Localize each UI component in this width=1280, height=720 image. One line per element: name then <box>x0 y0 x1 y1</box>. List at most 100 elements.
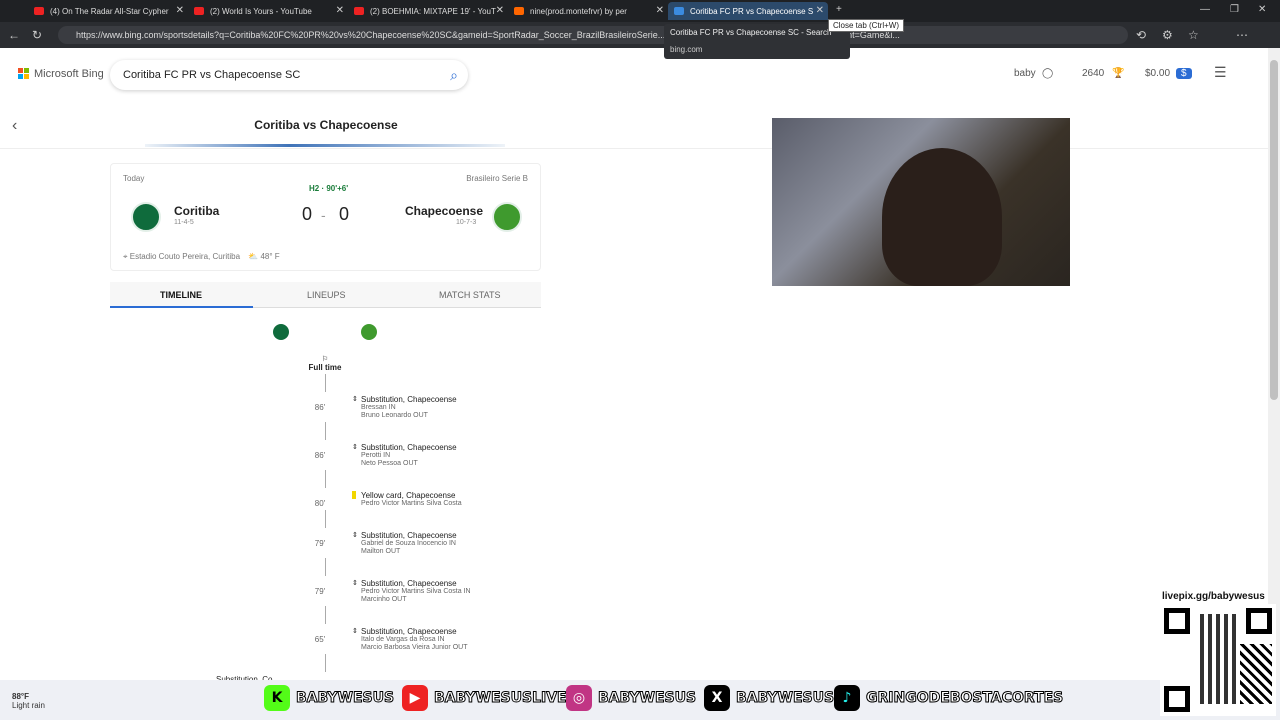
instagram-icon: ◎ <box>566 685 592 711</box>
minimize-icon[interactable]: — <box>1200 4 1210 15</box>
score-separator: - <box>321 207 326 223</box>
tiktok-icon: ♪ <box>834 685 860 711</box>
browser-tab[interactable]: (2) World Is Yours - YouTube ✕ <box>188 2 348 20</box>
qr-label: livepix.gg/babywesus <box>1162 591 1265 602</box>
timeline-connector <box>325 558 326 576</box>
bing-header: Microsoft Bing Coritiba FC PR vs Chapeco… <box>0 48 1268 102</box>
x-icon: X <box>704 685 730 711</box>
chapecoense-crest-icon <box>361 324 377 340</box>
match-day: Today <box>123 174 145 183</box>
timeline-connector <box>325 654 326 672</box>
substitution-icon: ⇕ <box>352 532 358 539</box>
bing-icon <box>674 7 684 15</box>
timeline-connector <box>325 470 326 488</box>
tiktok-handle: ♪ GRINGODEBOSTACORTES <box>834 685 1064 711</box>
youtube-icon <box>354 7 364 15</box>
browser-tab[interactable]: (4) On The Radar All-Star Cypher ✕ <box>28 2 188 20</box>
home-team-record: 11-4-5 <box>174 219 194 226</box>
search-input[interactable]: Coritiba FC PR vs Chapecoense SC ⌕ <box>110 60 468 90</box>
kick-icon: K <box>264 685 290 711</box>
balance[interactable]: $0.00 <box>1145 68 1170 79</box>
search-icon[interactable]: ⌕ <box>450 60 458 90</box>
microsoft-bing-logo[interactable]: Microsoft Bing <box>18 68 104 80</box>
taskbar-weather[interactable]: 88°F Light rain <box>12 692 45 710</box>
timeline-connector <box>325 510 326 528</box>
tab-lineups[interactable]: LINEUPS <box>307 290 346 300</box>
back-chevron-icon[interactable]: ‹ <box>12 117 17 135</box>
match-tabs: TIMELINE LINEUPS MATCH STATS <box>110 282 541 308</box>
tab-timeline[interactable]: TIMELINE <box>160 290 202 300</box>
close-tab-tooltip: Close tab (Ctrl+W) <box>828 19 905 32</box>
more-icon[interactable]: ⋯ <box>1236 28 1248 42</box>
address-bar-row: ← ↻ https://www.bing.com/sportsdetails?q… <box>0 22 1280 48</box>
hamburger-menu-icon[interactable]: ☰ <box>1214 64 1227 81</box>
tab-match-stats[interactable]: MATCH STATS <box>439 290 501 300</box>
away-score: 0 <box>339 204 350 224</box>
active-tab-indicator <box>110 306 253 308</box>
scorecard[interactable]: Today Brasileiro Serie B H2 · 90'+6' Cor… <box>110 163 541 271</box>
substitution-icon: ⇕ <box>352 628 358 635</box>
home-team-name[interactable]: Coritiba <box>174 204 219 218</box>
away-team-name[interactable]: Chapecoense <box>405 204 483 218</box>
full-time-label: ⚐ Full time <box>300 355 350 372</box>
settings-icon[interactable]: ⚙ <box>1162 28 1173 42</box>
divider <box>0 148 1268 149</box>
youtube-icon: ▶ <box>402 685 428 711</box>
browser-tab[interactable]: nine(prod.montefrvr) by per ✕ <box>508 2 668 20</box>
timeline-connector <box>325 374 326 392</box>
title-underline <box>145 144 505 147</box>
browser-tab[interactable]: (2) BOEHMIA: MIXTAPE 19' - YouT ✕ <box>348 2 508 20</box>
qr-code-icon <box>1160 604 1276 716</box>
soundcloud-icon <box>514 7 524 15</box>
browser-tab-active[interactable]: Coritiba FC PR vs Chapecoense S ✕ <box>668 2 828 20</box>
substitution-icon: ⇕ <box>352 396 358 403</box>
close-icon[interactable]: ✕ <box>656 5 664 16</box>
kick-handle: K BABYWESUS <box>264 685 395 711</box>
close-icon[interactable]: ✕ <box>816 5 824 16</box>
yellow-card-icon <box>352 491 356 499</box>
weather-tag-icon: ⛅ <box>248 252 259 261</box>
match-period: H2 · 90'+6' <box>309 184 349 193</box>
timeline-connector <box>325 422 326 440</box>
home-score: 0 <box>302 204 313 224</box>
location-pin-icon: ⌖ <box>123 252 128 261</box>
avatar-icon[interactable]: ◯ <box>1042 68 1053 79</box>
venue-row: ⌖ Estadio Couto Pereira, Curitiba ⛅ 48° … <box>123 252 280 261</box>
favorites-icon[interactable]: ☆ <box>1188 28 1199 42</box>
back-arrow-icon[interactable]: ← <box>8 28 20 42</box>
extensions-icon[interactable]: ⟲ <box>1136 28 1146 42</box>
scrollbar-thumb[interactable] <box>1270 60 1278 400</box>
trophy-icon[interactable]: 🏆 <box>1112 68 1124 79</box>
youtube-handle: ▶ BABYWESUSLIVE <box>402 685 567 711</box>
streamer-silhouette <box>882 148 1002 286</box>
whistle-icon: ⚐ <box>321 356 329 363</box>
page-title: Coritiba vs Chapecoense <box>254 118 398 132</box>
user-name[interactable]: baby <box>1014 68 1036 79</box>
webcam-overlay <box>772 118 1070 286</box>
coritiba-crest-icon[interactable] <box>131 202 161 232</box>
away-team-record: 10-7-3 <box>456 219 477 226</box>
maximize-icon[interactable]: ❐ <box>1230 4 1239 15</box>
substitution-icon: ⇕ <box>352 580 358 587</box>
url-field[interactable]: https://www.bing.com/sportsdetails?q=Cor… <box>58 26 1128 44</box>
close-icon[interactable]: ✕ <box>336 5 344 16</box>
refresh-icon[interactable]: ↻ <box>32 28 42 42</box>
youtube-icon <box>34 7 44 15</box>
microsoft-logo-icon <box>18 68 30 80</box>
instagram-handle: ◎ BABYWESUS <box>566 685 697 711</box>
close-icon[interactable]: ✕ <box>176 5 184 16</box>
league-name[interactable]: Brasileiro Serie B <box>466 174 528 183</box>
chapecoense-crest-icon[interactable] <box>492 202 522 232</box>
rewards-points[interactable]: 2640 <box>1082 68 1104 79</box>
browser-tab-bar: (4) On The Radar All-Star Cypher ✕ (2) Wo… <box>0 0 1280 22</box>
coritiba-crest-icon <box>273 324 289 340</box>
new-tab-icon[interactable]: + <box>836 4 842 15</box>
dollar-icon[interactable]: $ <box>1176 68 1192 79</box>
substitution-icon: ⇕ <box>352 444 358 451</box>
window-close-icon[interactable]: ✕ <box>1258 4 1266 15</box>
timeline-connector <box>325 606 326 624</box>
youtube-icon <box>194 7 204 15</box>
close-icon[interactable]: ✕ <box>496 5 504 16</box>
tab-hover-preview: Coritiba FC PR vs Chapecoense SC - Searc… <box>664 24 850 59</box>
x-handle: X BABYWESUS <box>704 685 835 711</box>
